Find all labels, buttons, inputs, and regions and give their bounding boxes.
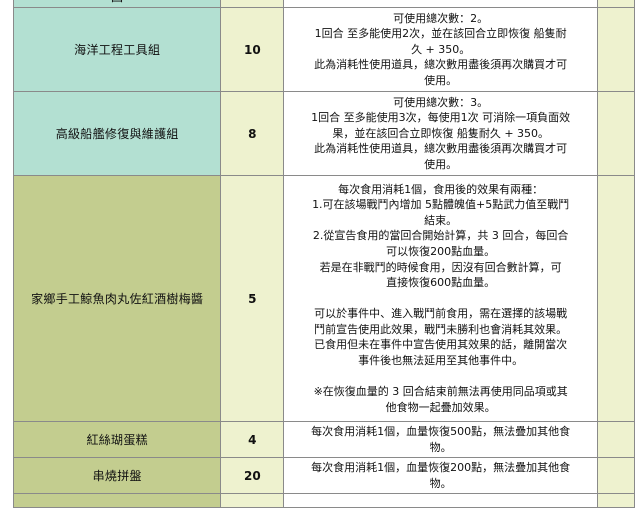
cell-quantity[interactable]: 5 <box>220 175 285 422</box>
cell-description[interactable] <box>283 0 599 8</box>
cell-description[interactable]: 每次食用消耗1個，血量恢復500點，無法疊加其他食 物。 <box>283 421 599 458</box>
desc-line: 鬥前宣告使用此效果，戰鬥未勝利也會消耗其效果。 <box>314 322 568 336</box>
items-table: 回 海洋工程工具組 10 可使用總次數：2。 1回合 至多能使用2次，並在該回合… <box>12 0 635 508</box>
cell-quantity[interactable]: 20 <box>220 457 285 494</box>
table-row <box>12 493 635 508</box>
desc-blank-line <box>285 369 597 385</box>
cell-description[interactable]: 每次食用消耗1個，血量恢復200點，無法疊加其他食 物。 <box>283 457 599 494</box>
cell-empty[interactable] <box>597 457 635 494</box>
table-row: 紅絲瑚蛋糕 4 每次食用消耗1個，血量恢復500點，無法疊加其他食 物。 <box>12 421 635 458</box>
cell-quantity[interactable]: 4 <box>220 421 285 458</box>
cell-item-name[interactable]: 回 <box>12 0 222 8</box>
cell-quantity[interactable]: 10 <box>220 7 285 92</box>
desc-line: 可使用總次數：2。 <box>393 11 489 25</box>
desc-line: 使用。 <box>424 157 458 171</box>
desc-line: 1回合 至多能使用3次，每使用1次 可消除一項負面效 <box>311 111 571 125</box>
cell-empty[interactable] <box>597 91 635 176</box>
desc-line: 物。 <box>429 476 452 490</box>
desc-line: 2.從宣告食用的當回合開始計算，共 3 回合，每回合 <box>312 229 569 243</box>
table-row: 串燒拼盤 20 每次食用消耗1個，血量恢復200點，無法疊加其他食 物。 <box>12 457 635 494</box>
desc-line: ※在恢復血量的 3 回合結束前無法再使用同品項或其 <box>313 385 568 399</box>
cell-item-name[interactable]: 串燒拼盤 <box>12 457 222 494</box>
cell-description[interactable]: 可使用總次數：3。 1回合 至多能使用3次，每使用1次 可消除一項負面效 果，並… <box>283 91 599 176</box>
desc-line: 可以恢復200點血量。 <box>386 244 496 258</box>
desc-line: 已食用但未在事件中宣告使用其效果的話，離開當次 <box>314 338 568 352</box>
cell-empty[interactable] <box>597 421 635 458</box>
desc-line: 果，並在該回合立即恢復 船隻耐久 + 350。 <box>332 126 550 140</box>
cell-item-name[interactable]: 紅絲瑚蛋糕 <box>12 421 222 458</box>
row-header-strip <box>0 0 13 506</box>
table-row: 回 <box>12 0 635 8</box>
cell-item-name[interactable]: 高級船艦修復與維護組 <box>12 91 222 176</box>
desc-line: 若是在非戰鬥的時候食用，因沒有回合數計算，可 <box>319 260 562 274</box>
desc-blank-line <box>285 291 597 307</box>
desc-line: 可以於事件中、進入戰鬥前食用，需在選擇的該場戰 <box>314 307 568 321</box>
cell-item-name[interactable]: 家鄉手工鯨魚肉丸佐紅酒樹梅醬 <box>12 175 222 422</box>
spreadsheet-view: 回 海洋工程工具組 10 可使用總次數：2。 1回合 至多能使用2次，並在該回合… <box>0 0 635 508</box>
cell-description[interactable]: 可使用總次數：2。 1回合 至多能使用2次，並在該回合立即恢復 船隻耐 久 + … <box>283 7 599 92</box>
desc-line: 結束。 <box>424 213 458 227</box>
cell-empty[interactable] <box>597 493 635 508</box>
desc-line: 事件後也無法延用至其他事件中。 <box>358 354 524 368</box>
cell-empty[interactable] <box>597 0 635 8</box>
desc-line: 可使用總次數：3。 <box>393 95 489 109</box>
table-row: 高級船艦修復與維護組 8 可使用總次數：3。 1回合 至多能使用3次，每使用1次… <box>12 91 635 176</box>
desc-line: 每次食用消耗1個，血量恢復500點，無法疊加其他食 <box>311 424 571 438</box>
desc-line: 此為消耗性使用道具，總次數用盡後須再次購買才可 <box>314 142 568 156</box>
cell-empty[interactable] <box>597 7 635 92</box>
desc-line: 直接恢復600點血量。 <box>386 276 496 290</box>
cell-item-name[interactable] <box>12 493 222 508</box>
table-row: 家鄉手工鯨魚肉丸佐紅酒樹梅醬 5 每次食用消耗1個，食用後的效果有兩種： 1.可… <box>12 175 635 422</box>
cell-empty[interactable] <box>597 175 635 422</box>
desc-line: 使用。 <box>424 73 458 87</box>
desc-line: 他食物一起疊加效果。 <box>385 400 496 414</box>
cell-quantity[interactable] <box>220 493 285 508</box>
desc-line: 1.可在該場戰鬥內增加 5點體魄值+5點武力值至戰鬥 <box>312 198 570 212</box>
table-row: 海洋工程工具組 10 可使用總次數：2。 1回合 至多能使用2次，並在該回合立即… <box>12 7 635 92</box>
cell-quantity[interactable] <box>220 0 285 8</box>
cell-quantity[interactable]: 8 <box>220 91 285 176</box>
desc-line: 每次食用消耗1個，食用後的效果有兩種： <box>338 182 544 196</box>
desc-line: 每次食用消耗1個，血量恢復200點，無法疊加其他食 <box>311 460 571 474</box>
desc-line: 久 + 350。 <box>411 42 471 56</box>
cell-item-name[interactable]: 海洋工程工具組 <box>12 7 222 92</box>
cell-description[interactable] <box>283 493 599 508</box>
desc-line: 物。 <box>429 440 452 454</box>
desc-line: 1回合 至多能使用2次，並在該回合立即恢復 船隻耐 <box>314 27 567 41</box>
desc-line: 此為消耗性使用道具，總次數用盡後須再次購買才可 <box>314 58 568 72</box>
cell-description[interactable]: 每次食用消耗1個，食用後的效果有兩種： 1.可在該場戰鬥內增加 5點體魄值+5點… <box>283 175 599 422</box>
